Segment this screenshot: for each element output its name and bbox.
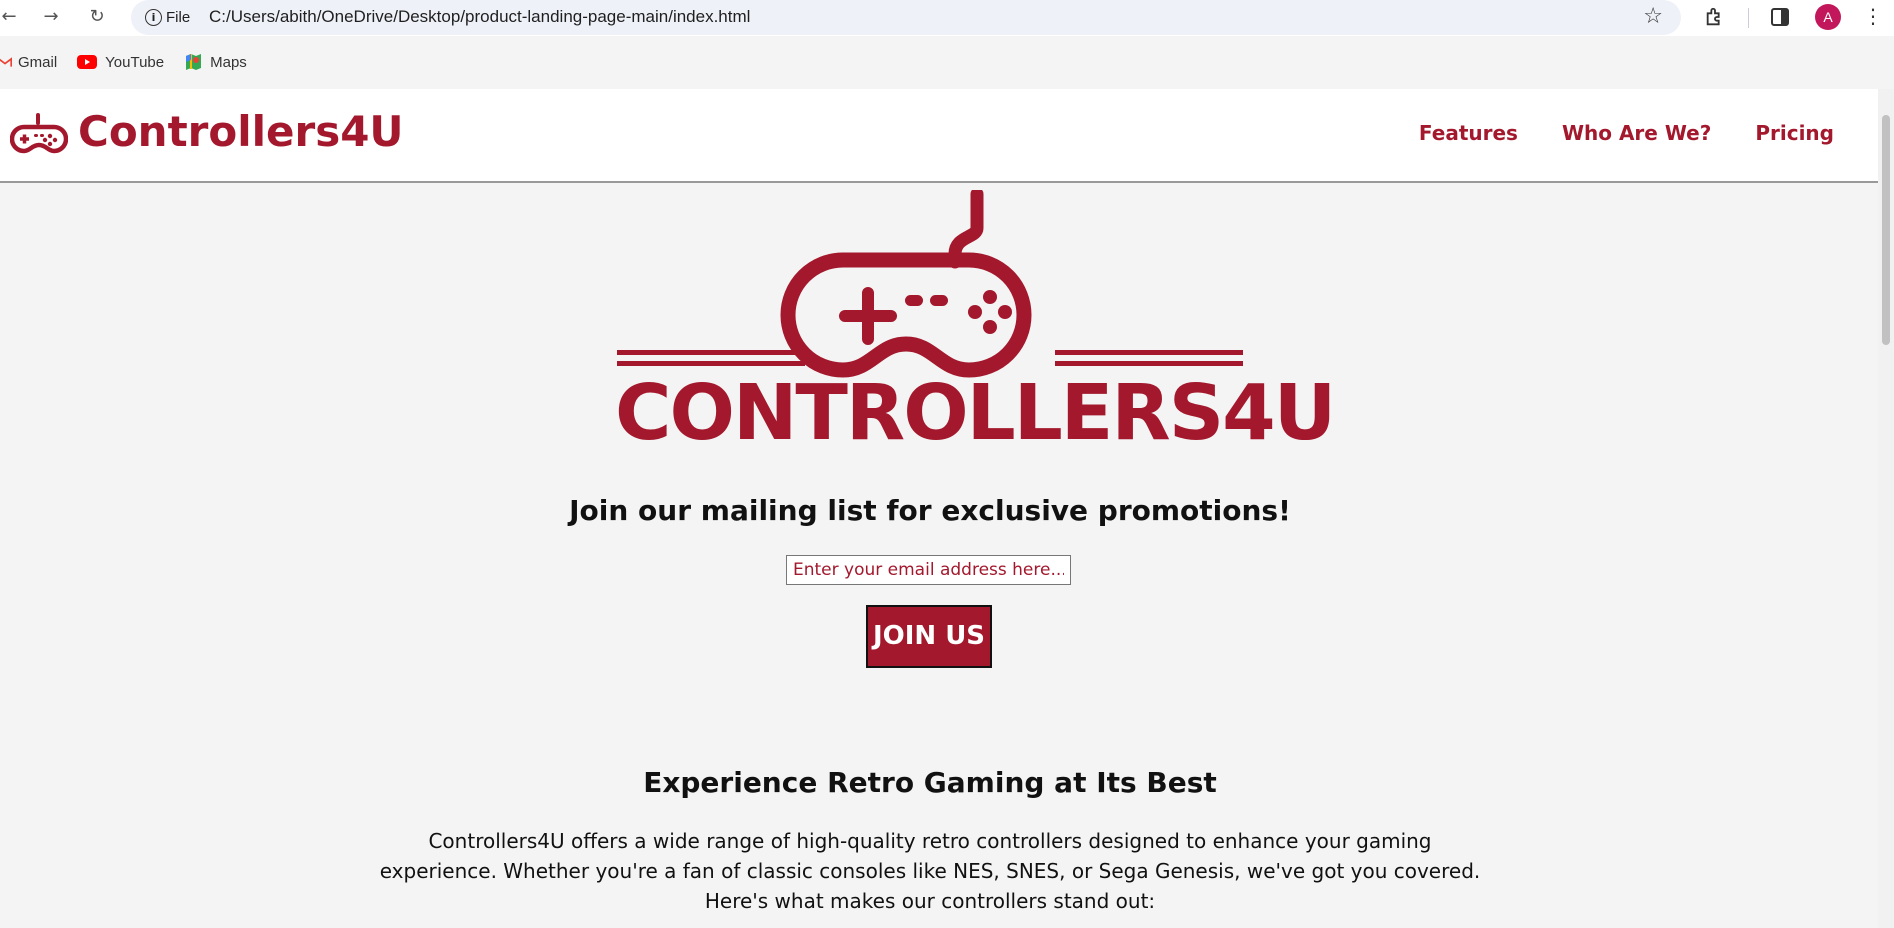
address-bar[interactable]: i File C:/Users/abith/OneDrive/Desktop/p… bbox=[131, 0, 1681, 35]
bookmarks-bar: Gmail YouTube Maps bbox=[0, 48, 267, 76]
file-chip-label: File bbox=[166, 8, 191, 26]
forward-icon[interactable]: → bbox=[40, 6, 62, 28]
bookmark-label: Maps bbox=[210, 53, 247, 71]
browser-toolbar: ← → ↻ i File C:/Users/abith/OneDrive/Des… bbox=[0, 0, 1894, 36]
maps-icon bbox=[186, 54, 202, 70]
side-panel-icon[interactable] bbox=[1771, 8, 1789, 26]
page-scrollbar[interactable] bbox=[1878, 89, 1894, 928]
site-header: Controllers4U Features Who Are We? Prici… bbox=[0, 89, 1878, 183]
bookmark-label: YouTube bbox=[105, 53, 165, 71]
hero-brand-text: CONTROLLERS4U bbox=[615, 369, 1336, 458]
bookmark-gmail[interactable]: Gmail bbox=[0, 48, 57, 76]
gamepad-logo-icon[interactable] bbox=[10, 113, 68, 157]
join-us-button[interactable]: JOIN US bbox=[866, 605, 992, 668]
mailing-heading: Join our mailing list for exclusive prom… bbox=[569, 494, 1291, 527]
brand-name[interactable]: Controllers4U bbox=[78, 107, 404, 156]
bookmark-maps[interactable]: Maps bbox=[184, 48, 247, 76]
back-icon[interactable]: ← bbox=[0, 6, 20, 28]
email-input[interactable] bbox=[786, 555, 1071, 585]
youtube-icon bbox=[77, 55, 98, 69]
menu-kebab-icon[interactable]: ⋮ bbox=[1863, 4, 1883, 28]
scrollbar-thumb[interactable] bbox=[1882, 115, 1890, 345]
nav-link-features[interactable]: Features bbox=[1419, 121, 1518, 145]
main-nav: Features Who Are We? Pricing bbox=[1419, 121, 1834, 145]
bookmark-youtube[interactable]: YouTube bbox=[77, 48, 164, 76]
nav-link-who-are-we[interactable]: Who Are We? bbox=[1562, 121, 1711, 145]
nav-link-pricing[interactable]: Pricing bbox=[1755, 121, 1834, 145]
gmail-icon bbox=[0, 57, 12, 67]
section-heading: Experience Retro Gaming at Its Best bbox=[643, 766, 1217, 799]
site-info-chip[interactable]: i File bbox=[141, 5, 198, 29]
extensions-icon[interactable] bbox=[1704, 6, 1726, 28]
profile-avatar[interactable]: A bbox=[1815, 4, 1841, 30]
section-paragraph: Controllers4U offers a wide range of hig… bbox=[379, 829, 1481, 913]
bookmark-star-icon[interactable]: ☆ bbox=[1643, 4, 1663, 29]
toolbar-divider bbox=[1748, 8, 1749, 28]
url-text[interactable]: C:/Users/abith/OneDrive/Desktop/product-… bbox=[209, 7, 750, 27]
bookmark-label: Gmail bbox=[18, 53, 58, 71]
reload-icon[interactable]: ↻ bbox=[86, 6, 108, 28]
info-icon: i bbox=[145, 8, 162, 26]
